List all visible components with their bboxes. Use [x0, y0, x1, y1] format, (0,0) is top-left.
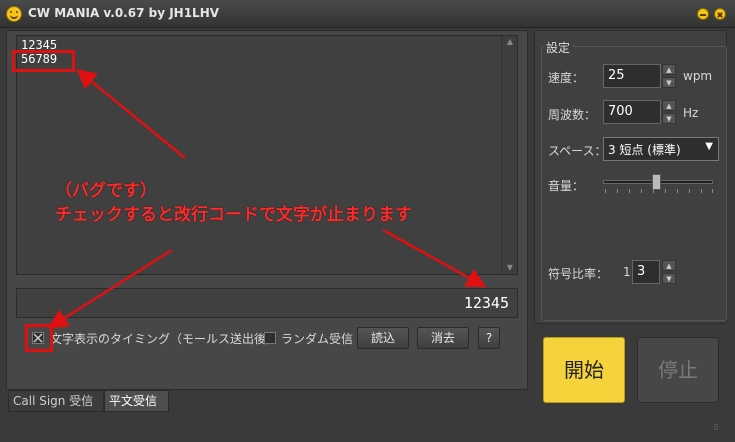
annotation-arrow-icon: [76, 68, 186, 159]
annotation-line-1: （バグです）: [55, 181, 157, 201]
annotation-arrow-icon: [47, 248, 173, 329]
annotation-line-2: チェックすると改行コードで文字が止まります: [55, 205, 412, 225]
annotation-arrow-icon: [382, 228, 487, 288]
